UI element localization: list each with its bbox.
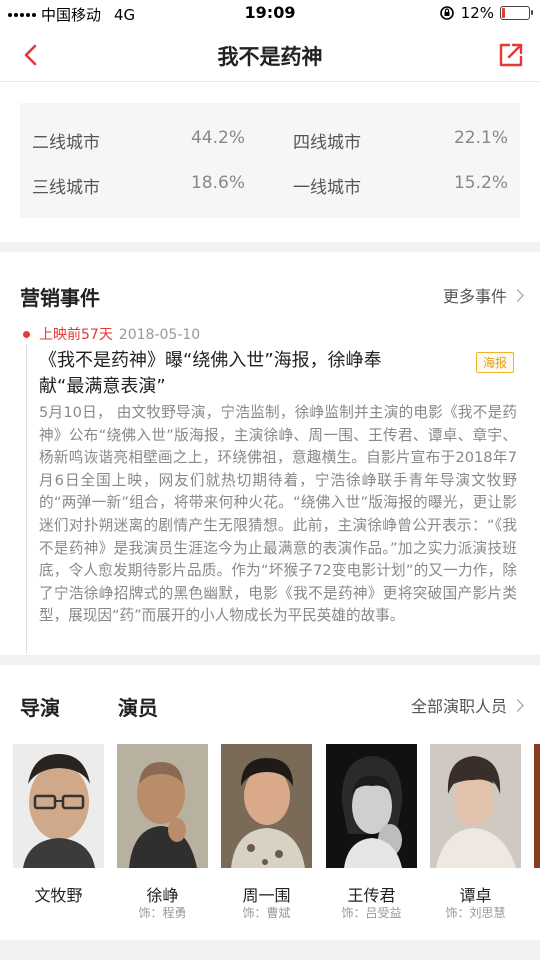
cast-card[interactable]: 王传君 饰：吕受益 [326,744,417,920]
share-icon[interactable] [496,40,526,70]
event-meta: 上映前57天 2018-05-10 [39,324,200,344]
cast-card[interactable]: 谭卓 饰：刘思慧 [430,744,521,920]
city-tier-stats: 二线城市 44.2% 四线城市 22.1% 三线城市 18.6% 一线城市 15… [20,103,520,218]
chevron-right-icon [511,698,524,712]
cast-name: 周一围 [242,886,291,905]
cast-card-partial[interactable] [534,744,540,868]
director-photo [13,744,104,868]
all-cast-link[interactable]: 全部演职人员 [410,693,524,717]
city-name: 二线城市 [32,133,100,153]
nav-bar: 我不是药神 [0,28,540,82]
director-section-title[interactable]: 导演 [20,692,60,721]
cast-card[interactable]: 徐峥 饰：程勇 [117,744,208,920]
section-divider [0,242,540,252]
more-events-label: 更多事件 [442,287,507,306]
cast-role: 饰：曹斌 [242,906,291,920]
city-stat-item: 三线城市 [32,173,100,198]
orientation-lock-icon [439,6,454,20]
marketing-section-title: 营销事件 [20,286,100,310]
actor-photo [534,744,540,868]
cast-name: 文牧野 [34,886,83,905]
battery-fill [502,8,505,18]
event-days-before-release: 上映前57天 [39,327,113,343]
actors-section-title[interactable]: 演员 [118,692,158,721]
section-divider [0,655,540,665]
city-name: 四线城市 [293,133,361,153]
city-stat-item: 二线城市 [32,128,100,153]
cast-role: 饰：吕受益 [341,906,402,920]
city-value: 22.1% [453,128,508,148]
actor-photo [117,744,208,868]
cast-name: 王传君 [347,886,396,905]
cast-card[interactable]: 周一围 饰：曹斌 [221,744,312,920]
event-title[interactable]: 《我不是药神》曝“绕佛入世”海报，徐峥奉献“最满意表演” [39,348,399,400]
cast-name: 徐峥 [146,886,179,905]
actor-photo [326,744,417,868]
actor-photo [221,744,312,868]
more-events-link[interactable]: 更多事件 [442,283,524,307]
event-date: 2018-05-10 [118,327,201,343]
cast-card[interactable]: 文牧野 [13,744,104,905]
actor-photo [430,744,521,868]
event-tag: 海报 [475,352,514,373]
timeline-line [26,344,27,654]
cast-role: 饰：程勇 [138,906,187,920]
status-right: 12% [439,4,533,22]
all-cast-label: 全部演职人员 [410,697,507,716]
city-value: 18.6% [190,173,245,193]
event-body: 5月10日， 由文牧野导演，宁浩监制，徐峥监制并主演的电影《我不是药神》公布“绕… [39,404,517,625]
cast-list[interactable]: 文牧野 徐峥 饰：程勇 周一围 饰：曹斌 王传君 饰：吕受益 谭卓 饰：刘思慧 [13,744,540,924]
city-value: 44.2% [190,128,245,148]
page-title: 我不是药神 [217,45,323,69]
section-divider [0,940,540,960]
city-stat-item: 四线城市 [293,128,361,153]
timeline-dot [23,331,30,338]
city-name: 一线城市 [293,178,361,198]
cast-role: 饰：刘思慧 [445,906,506,920]
city-value: 15.2% [453,173,508,193]
chevron-right-icon [511,288,524,302]
city-name: 三线城市 [32,178,100,198]
cast-name: 谭卓 [459,886,492,905]
city-stat-item: 一线城市 [293,173,361,198]
battery-icon [500,6,533,20]
battery-percent: 12% [460,4,494,22]
status-bar: 中国移动 4G 19:09 12% [0,0,540,28]
